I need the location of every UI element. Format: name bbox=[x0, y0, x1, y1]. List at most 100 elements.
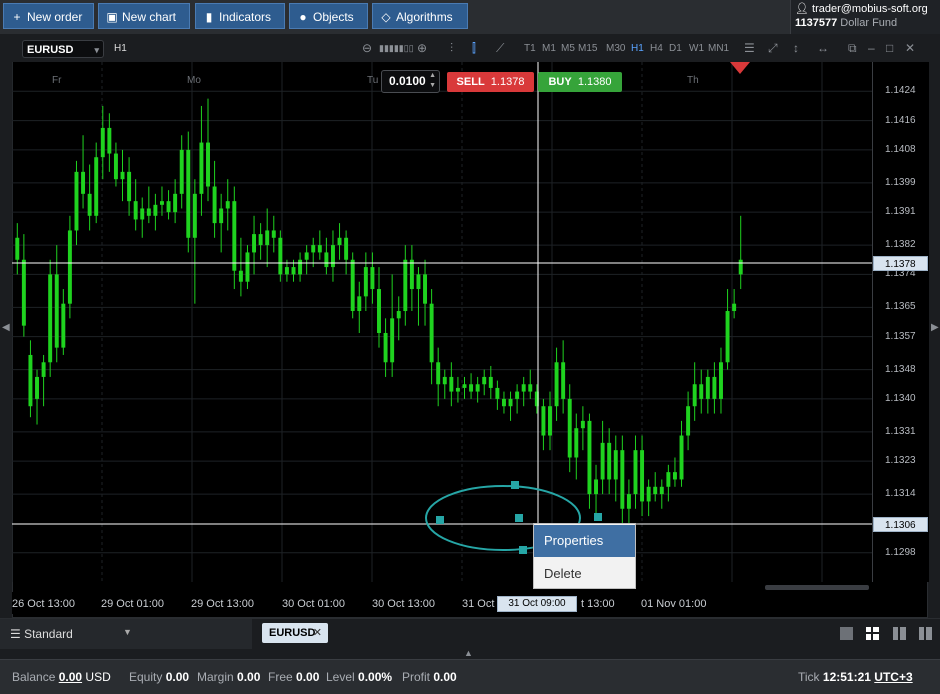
timeframe-m5[interactable]: M5 bbox=[561, 43, 575, 54]
candle-body bbox=[672, 472, 677, 480]
horizontal-scale-icon[interactable]: ↔ bbox=[817, 41, 829, 55]
account-panel[interactable]: 👤︎ trader@mobius-soft.org 1137577 Dollar… bbox=[790, 0, 940, 34]
candle-body bbox=[179, 149, 184, 194]
price-tick-label: 1.1399 bbox=[885, 176, 916, 188]
layout-single-icon[interactable] bbox=[840, 627, 853, 640]
candle-body bbox=[567, 398, 572, 458]
line-chart-icon[interactable]: ⟋ bbox=[496, 41, 504, 56]
chart-scrollbar[interactable] bbox=[765, 585, 869, 590]
timeframe-h1[interactable]: H1 bbox=[631, 43, 644, 54]
zoom-in-icon[interactable]: ⊕ bbox=[417, 41, 427, 55]
balance-field: Balance 0.00 USD bbox=[12, 670, 111, 684]
candle-body bbox=[613, 450, 618, 480]
close-tab-icon[interactable]: ✕ bbox=[313, 623, 322, 643]
candle-body bbox=[140, 208, 145, 220]
time-tick-label: 01 Nov 01:00 bbox=[641, 598, 707, 610]
layout-select[interactable]: ☰ Standard ▼ bbox=[0, 619, 252, 649]
time-tick-label: 26 Oct 13:00 bbox=[12, 598, 75, 610]
autoscroll-icon[interactable]: ⤢ bbox=[768, 41, 778, 56]
time-tick-label: 29 Oct 01:00 bbox=[101, 598, 164, 610]
candle-body bbox=[508, 398, 513, 407]
candle-body bbox=[100, 127, 105, 158]
close-icon[interactable]: ✕ bbox=[905, 41, 915, 55]
vertical-scale-icon[interactable]: ↕ bbox=[793, 41, 799, 55]
candle-body bbox=[107, 127, 112, 154]
candle-body bbox=[692, 384, 697, 407]
symbol-select[interactable]: EURUSD ▾ bbox=[22, 40, 104, 58]
bar-type-icon[interactable]: ⫶ bbox=[450, 41, 453, 56]
objects-button[interactable]: ● Objects bbox=[289, 3, 368, 29]
candle-body bbox=[28, 354, 33, 407]
right-panel-arrow-icon[interactable]: ▶ bbox=[931, 322, 939, 333]
algorithms-button[interactable]: ◇ Algorithms bbox=[372, 3, 468, 29]
time-tick-label: 31 Oct bbox=[462, 598, 495, 610]
crosshair-time-badge: 31 Oct 09:00 bbox=[497, 596, 577, 612]
day-label: Tu bbox=[367, 75, 379, 86]
delete-menu-item[interactable]: Delete bbox=[534, 558, 635, 590]
candle-body bbox=[469, 384, 474, 392]
collapse-panel-icon[interactable]: ▲ bbox=[464, 648, 473, 658]
spinner-arrows-icon[interactable]: ▲ ▼ bbox=[429, 71, 436, 91]
candle-body bbox=[133, 201, 138, 220]
zoom-out-icon[interactable]: ⊖ bbox=[362, 41, 372, 55]
minimize-icon[interactable]: – bbox=[868, 41, 875, 55]
layout-columns-icon[interactable] bbox=[893, 627, 906, 640]
candle-body bbox=[620, 450, 625, 509]
timeframe-t1[interactable]: T1 bbox=[524, 43, 536, 54]
layout-split-icon[interactable] bbox=[919, 627, 932, 640]
chart-tab-eurusd[interactable]: EURUSD ✕ bbox=[262, 623, 328, 643]
indicators-button[interactable]: ▮ Indicators bbox=[195, 3, 285, 29]
account-email: trader@mobius-soft.org bbox=[812, 3, 928, 15]
timeframe-m15[interactable]: M15 bbox=[578, 43, 597, 54]
timeframe-m30[interactable]: M30 bbox=[606, 43, 625, 54]
candle-body bbox=[429, 303, 434, 363]
buy-button[interactable]: BUY 1.1380 bbox=[538, 72, 622, 92]
candle-body bbox=[705, 376, 710, 399]
candle-body bbox=[699, 384, 704, 399]
candle-body bbox=[278, 237, 283, 275]
timezone-select[interactable]: UTC+3 bbox=[874, 670, 912, 684]
price-tick-label: 1.1340 bbox=[885, 392, 916, 404]
candle-body bbox=[238, 270, 243, 282]
candle-body bbox=[344, 237, 349, 260]
timeframe-mn1[interactable]: MN1 bbox=[708, 43, 729, 54]
price-tick-label: 1.1323 bbox=[885, 455, 916, 467]
detach-window-icon[interactable]: ⧉ bbox=[848, 41, 857, 56]
indicators-list-icon[interactable]: ☰ bbox=[744, 41, 755, 55]
timeframe-h4[interactable]: H4 bbox=[650, 43, 663, 54]
candle-body bbox=[626, 494, 631, 509]
candle-body bbox=[712, 376, 717, 399]
new-order-button[interactable]: + New order bbox=[3, 3, 94, 29]
balance-value[interactable]: 0.00 bbox=[59, 670, 82, 684]
candle-body bbox=[377, 289, 381, 333]
candle-body bbox=[357, 296, 362, 312]
price-tick-label: 1.1424 bbox=[885, 85, 916, 97]
candle-body bbox=[61, 303, 66, 348]
candle-body bbox=[732, 303, 737, 312]
candle-body bbox=[74, 171, 79, 231]
candle-body bbox=[350, 259, 355, 312]
candle-body bbox=[186, 149, 191, 238]
candle-body bbox=[304, 252, 309, 260]
level-field: Level 0.00% bbox=[326, 670, 393, 684]
price-chart[interactable] bbox=[12, 62, 872, 582]
price-axis[interactable]: 1.1424 1.1416 1.1408 1.1399 1.1391 1.1382 1.13… bbox=[872, 62, 929, 582]
maximize-icon[interactable]: □ bbox=[886, 41, 893, 55]
new-chart-button[interactable]: ▣ New chart bbox=[98, 3, 190, 29]
properties-menu-item[interactable]: Properties bbox=[534, 525, 635, 557]
lot-size-input[interactable]: 0.0100 ▲ ▼ bbox=[381, 70, 440, 93]
candle-body bbox=[35, 376, 39, 399]
chart-grid bbox=[12, 62, 872, 582]
left-panel-arrow-icon[interactable]: ◀ bbox=[2, 322, 10, 333]
time-axis[interactable]: 26 Oct 13:00 29 Oct 01:00 29 Oct 13:00 30 O… bbox=[12, 592, 872, 614]
timeframe-m1[interactable]: M1 bbox=[542, 43, 556, 54]
candle-body bbox=[679, 435, 684, 480]
timeframe-w1[interactable]: W1 bbox=[689, 43, 704, 54]
timeframe-d1[interactable]: D1 bbox=[669, 43, 682, 54]
profit-field: Profit 0.00 bbox=[402, 670, 457, 684]
candle-body bbox=[436, 362, 441, 385]
layout-grid-icon[interactable] bbox=[866, 627, 879, 640]
sell-button[interactable]: SELL 1.1378 bbox=[447, 72, 534, 92]
zoom-slider[interactable]: ▮▮▮▮▮▯▯ bbox=[379, 43, 414, 54]
candlestick-icon[interactable]: ⫿ bbox=[472, 41, 476, 56]
